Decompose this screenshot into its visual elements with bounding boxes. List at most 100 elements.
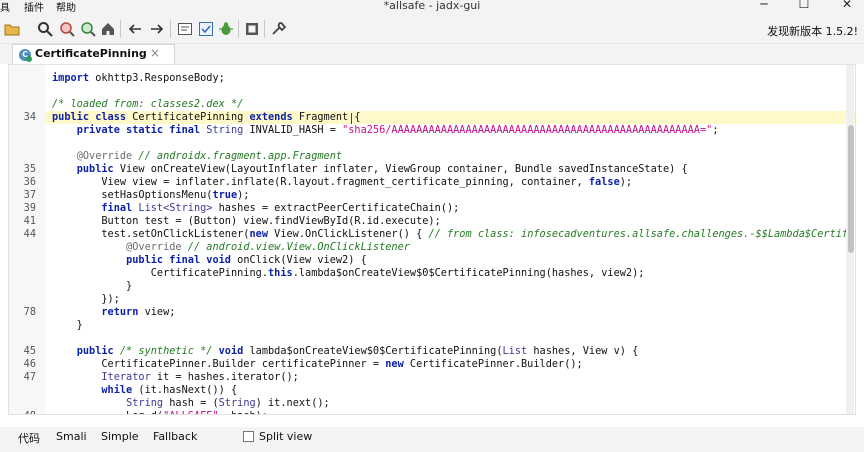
code-token: extends bbox=[249, 111, 293, 123]
code-token: while bbox=[101, 384, 133, 396]
tab-bar: C CertificatePinning × bbox=[0, 44, 864, 64]
line-text[interactable]: public View onCreateView(LayoutInflater … bbox=[52, 163, 688, 176]
line-text[interactable]: setHasOptionsMenu(true); bbox=[52, 189, 249, 202]
code-token: ) it.next(); bbox=[255, 397, 330, 409]
code-token: (it.hasNext()) { bbox=[132, 384, 238, 396]
line-text[interactable]: import okhttp3.ResponseBody; bbox=[52, 72, 225, 85]
split-view-checkbox[interactable] bbox=[243, 431, 254, 442]
code-line[interactable]: 41 Button test = (Button) view.findViewB… bbox=[9, 215, 855, 228]
line-text[interactable]: } bbox=[52, 319, 83, 332]
tab-simple[interactable]: Simple bbox=[101, 430, 139, 443]
code-line[interactable]: 34 public class CertificatePinning extend… bbox=[9, 111, 855, 124]
line-text[interactable]: public class CertificatePinning extends … bbox=[52, 111, 361, 124]
code-line[interactable]: @Override // androidx.fragment.app.Fragm… bbox=[9, 150, 855, 163]
line-text[interactable]: private static final String INVALID_HASH… bbox=[52, 124, 719, 137]
code-line[interactable]: @Override // android.view.View.OnClickLi… bbox=[9, 241, 855, 254]
tab-smali[interactable]: Smali bbox=[56, 430, 87, 443]
code-token: hash = ( bbox=[163, 397, 219, 409]
line-text[interactable]: /* loaded from: classes2.dex */ bbox=[52, 98, 243, 111]
vertical-scrollbar-thumb[interactable] bbox=[848, 125, 854, 253]
folder-icon[interactable] bbox=[4, 21, 20, 37]
line-text[interactable]: @Override // androidx.fragment.app.Fragm… bbox=[52, 150, 342, 163]
code-token: new bbox=[249, 228, 268, 240]
tab-fallback[interactable]: Fallback bbox=[153, 430, 197, 443]
home-icon[interactable] bbox=[100, 21, 116, 37]
code-token: String bbox=[126, 397, 164, 409]
line-text[interactable]: public final void onClick(View view2) { bbox=[52, 254, 367, 267]
line-text[interactable]: }); bbox=[52, 293, 120, 306]
line-text[interactable]: Iterator it = hashes.iterator(); bbox=[52, 371, 298, 384]
code-token: this bbox=[268, 267, 293, 279]
line-text[interactable]: while (it.hasNext()) { bbox=[52, 384, 237, 397]
code-line[interactable]: import okhttp3.ResponseBody; bbox=[9, 72, 855, 85]
sync-tree-icon[interactable] bbox=[177, 21, 193, 37]
code-line[interactable] bbox=[9, 332, 855, 345]
split-view-label[interactable]: Split view bbox=[259, 430, 312, 443]
line-text[interactable]: CertificatePinning.this.lambda$onCreateV… bbox=[52, 267, 645, 280]
line-text[interactable]: public /* synthetic */ void lambda$onCre… bbox=[52, 345, 639, 358]
minimize-button[interactable]: ─ bbox=[749, 0, 779, 13]
code-editor[interactable]: import okhttp3.ResponseBody; /* loaded fr… bbox=[8, 64, 856, 415]
close-window-button[interactable]: ✕ bbox=[832, 0, 862, 13]
code-token: } bbox=[52, 280, 133, 292]
code-line[interactable] bbox=[9, 85, 855, 98]
tab-code[interactable]: 代码 bbox=[18, 430, 40, 446]
code-token: View.OnClickListener() { bbox=[268, 228, 429, 240]
find-icon[interactable] bbox=[80, 21, 96, 37]
search-icon[interactable] bbox=[37, 21, 53, 37]
code-token: true bbox=[212, 189, 238, 201]
toolbar-separator bbox=[170, 20, 171, 38]
code-line[interactable]: 47 Iterator it = hashes.iterator(); bbox=[9, 371, 855, 384]
class-badge-icon bbox=[26, 56, 32, 62]
line-text[interactable]: Button test = (Button) view.findViewById… bbox=[52, 215, 441, 228]
code-line[interactable]: 45 public /* synthetic */ void lambda$on… bbox=[9, 345, 855, 358]
code-line[interactable]: 35 public View onCreateView(LayoutInflat… bbox=[9, 163, 855, 176]
line-number: 47 bbox=[23, 371, 36, 383]
line-text[interactable]: final List<String> hashes = extractPeerC… bbox=[52, 202, 459, 215]
settings-icon[interactable] bbox=[270, 21, 286, 37]
back-icon[interactable] bbox=[127, 21, 143, 37]
code-line[interactable]: CertificatePinning.this.lambda$onCreateV… bbox=[9, 267, 855, 280]
debug-icon[interactable] bbox=[218, 21, 234, 37]
line-text[interactable]: String hash = (String) it.next(); bbox=[52, 397, 330, 410]
code-line[interactable]: public final void onClick(View view2) { bbox=[9, 254, 855, 267]
maximize-button[interactable]: ☐ bbox=[789, 0, 819, 13]
code-line[interactable]: 44 test.setOnClickListener(new View.OnCl… bbox=[9, 228, 855, 241]
toolbar-separator bbox=[264, 20, 265, 38]
line-text[interactable]: test.setOnClickListener(new View.OnClick… bbox=[52, 228, 855, 241]
code-line[interactable] bbox=[9, 137, 855, 150]
line-text[interactable]: View view = inflater.inflate(R.layout.fr… bbox=[52, 176, 632, 189]
code-line[interactable]: 48 Log.d("ALLSAFE", hash); bbox=[9, 410, 855, 414]
code-line[interactable]: 39 final List<String> hashes = extractPe… bbox=[9, 202, 855, 215]
search-usage-icon[interactable] bbox=[59, 21, 75, 37]
tab-certificate-pinning[interactable]: C CertificatePinning × bbox=[12, 44, 175, 64]
code-line[interactable]: private static final String INVALID_HASH… bbox=[9, 124, 855, 137]
decompile-icon[interactable] bbox=[198, 21, 214, 37]
code-line[interactable]: /* loaded from: classes2.dex */ bbox=[9, 98, 855, 111]
code-line[interactable]: 46 CertificatePinner.Builder certificate… bbox=[9, 358, 855, 371]
code-line[interactable]: } bbox=[9, 280, 855, 293]
line-text[interactable]: return view; bbox=[52, 306, 175, 319]
line-text[interactable]: CertificatePinner.Builder certificatePin… bbox=[52, 358, 582, 371]
code-token: ; bbox=[712, 124, 719, 136]
code-line[interactable]: 36 View view = inflater.inflate(R.layout… bbox=[9, 176, 855, 189]
update-available-label[interactable]: 发现新版本 1.5.2! bbox=[767, 23, 858, 39]
line-text[interactable]: @Override // android.view.View.OnClickLi… bbox=[52, 241, 410, 254]
title-bar: 具 插件 帮助 *allsafe - jadx-gui ─ ☐ ✕ bbox=[0, 0, 864, 14]
code-line[interactable]: String hash = (String) it.next(); bbox=[9, 397, 855, 410]
code-token: Button test = (Button) view.findViewById… bbox=[52, 215, 441, 227]
line-text[interactable]: Log.d("ALLSAFE", hash); bbox=[52, 410, 268, 414]
code-line[interactable]: }); bbox=[9, 293, 855, 306]
code-token: "sha256/AAAAAAAAAAAAAAAAAAAAAAAAAAAAAAAA… bbox=[342, 124, 713, 136]
code-line[interactable]: 78 return view; bbox=[9, 306, 855, 319]
log-icon[interactable] bbox=[244, 21, 260, 37]
code-line[interactable]: } bbox=[9, 319, 855, 332]
forward-icon[interactable] bbox=[149, 21, 165, 37]
code-line[interactable]: 37 setHasOptionsMenu(true); bbox=[9, 189, 855, 202]
code-line[interactable]: while (it.hasNext()) { bbox=[9, 384, 855, 397]
tab-close-icon[interactable]: × bbox=[150, 46, 160, 60]
line-text[interactable]: } bbox=[52, 280, 132, 293]
